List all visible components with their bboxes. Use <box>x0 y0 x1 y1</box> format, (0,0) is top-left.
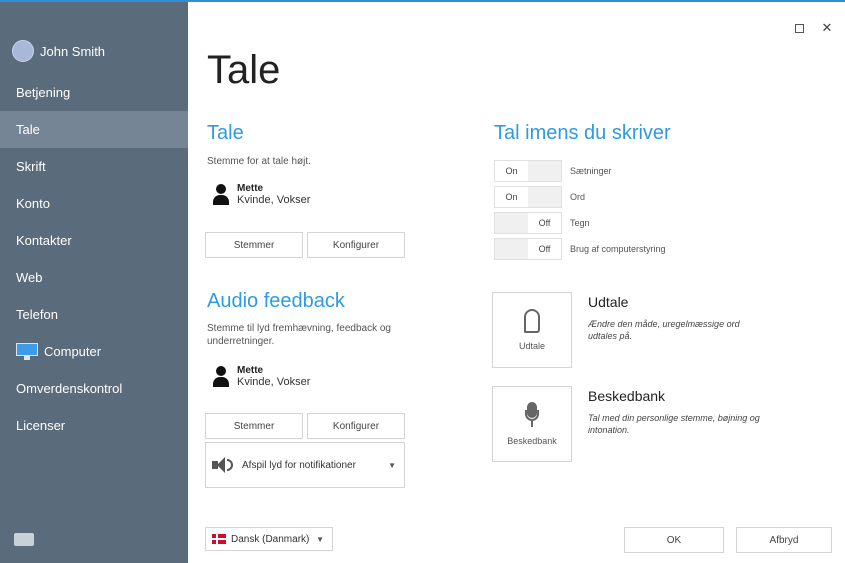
audio-voices-button[interactable]: Stemmer <box>205 413 303 439</box>
user-profile[interactable]: John Smith <box>12 38 105 64</box>
tegn-toggle[interactable]: Off <box>494 212 562 234</box>
microphone-icon <box>525 402 539 428</box>
sidebar-item-label: Computer <box>44 344 102 359</box>
avatar <box>12 40 34 62</box>
toggle-label: Brug af computerstyring <box>570 244 666 254</box>
toggle-row-ord: On Ord <box>494 186 585 208</box>
sidebar-item-konto[interactable]: Konto <box>0 185 188 222</box>
notification-sound-select[interactable]: Afspil lyd for notifikationer ▼ <box>205 442 405 488</box>
page-title: Tale <box>207 48 281 92</box>
sidebar-item-label: Web <box>16 270 43 285</box>
voice-meta: Kvinde, Vokser <box>237 376 311 388</box>
person-icon <box>213 365 229 388</box>
toggle-knob <box>495 213 528 233</box>
message-bank-title: Beskedbank <box>588 388 666 404</box>
sidebar-item-kontakter[interactable]: Kontakter <box>0 222 188 259</box>
sidebar-item-telefon[interactable]: Telefon <box>0 296 188 333</box>
voice-name: Mette <box>237 183 264 194</box>
toggle-label: Sætninger <box>570 166 612 176</box>
maximize-icon[interactable] <box>791 20 807 36</box>
sidebar-item-skrift[interactable]: Skrift <box>0 148 188 185</box>
ord-toggle[interactable]: On <box>494 186 562 208</box>
sidebar-item-tale[interactable]: Tale <box>0 111 188 148</box>
sidebar-item-label: Skrift <box>16 159 46 174</box>
toggle-label: Ord <box>570 192 586 202</box>
pronunciation-title: Udtale <box>588 294 629 310</box>
danish-flag-icon <box>212 534 226 544</box>
chevron-down-icon: ▼ <box>316 534 324 544</box>
tale-configure-button[interactable]: Konfigurer <box>307 232 405 258</box>
sidebar-item-label: Licenser <box>16 418 66 433</box>
sidebar-item-licenser[interactable]: Licenser <box>0 407 188 444</box>
sidebar: John Smith Betjening Tale Skrift Konto K… <box>0 2 188 563</box>
toggle-state: Off <box>538 218 551 228</box>
toggle-state: On <box>505 192 518 202</box>
toggle-row-computerstyring: Off Brug af computerstyring <box>494 238 666 260</box>
audio-configure-button[interactable]: Konfigurer <box>307 413 405 439</box>
sidebar-item-computer[interactable]: Computer <box>0 333 188 370</box>
ok-button[interactable]: OK <box>624 527 724 553</box>
toggle-knob <box>528 187 561 207</box>
voice-meta: Kvinde, Vokser <box>237 194 311 206</box>
sidebar-item-label: Omverdenskontrol <box>16 381 123 396</box>
audio-feedback-description: Stemme til lyd fremhævning, feedback og … <box>207 323 391 347</box>
sidebar-nav: Betjening Tale Skrift Konto Kontakter We… <box>0 74 188 444</box>
saetninger-toggle[interactable]: On <box>494 160 562 182</box>
toggle-state: Off <box>538 244 551 254</box>
language-select[interactable]: Dansk (Danmark) ▼ <box>205 527 333 551</box>
toggle-knob <box>495 239 528 259</box>
sidebar-item-label: Telefon <box>16 307 58 322</box>
toggle-row-saetninger: On Sætninger <box>494 160 612 182</box>
toggle-state: On <box>505 166 518 176</box>
sidebar-item-label: Betjening <box>16 85 71 100</box>
person-icon <box>213 183 229 206</box>
audio-feedback-voice: Mette Kvinde, Vokser <box>213 365 310 388</box>
sidebar-item-label: Kontakter <box>16 233 72 248</box>
tale-voice: Mette Kvinde, Vokser <box>213 183 310 206</box>
toggle-knob <box>528 161 561 181</box>
toggle-label: Tegn <box>570 218 590 228</box>
computerstyring-toggle[interactable]: Off <box>494 238 562 260</box>
notification-select-label: Afspil lyd for notifikationer <box>242 459 356 471</box>
sidebar-item-label: Tale <box>16 122 40 137</box>
tile-label: Udtale <box>518 341 545 351</box>
message-bank-description: Tal med din personlige stemme, bøjning o… <box>588 413 760 435</box>
toggle-row-tegn: Off Tegn <box>494 212 590 234</box>
sidebar-item-label: Konto <box>16 196 50 211</box>
sidebar-item-web[interactable]: Web <box>0 259 188 296</box>
chevron-down-icon: ▼ <box>388 460 396 470</box>
user-name: John Smith <box>40 43 106 59</box>
voice-name: Mette <box>237 365 264 376</box>
sidebar-item-betjening[interactable]: Betjening <box>0 74 188 111</box>
message-bank-tile[interactable]: Beskedbank <box>492 386 572 462</box>
pronunciation-tile[interactable]: Udtale <box>492 292 572 368</box>
monitor-icon <box>16 343 38 360</box>
audio-feedback-heading: Audio feedback <box>207 290 345 312</box>
speaker-icon <box>212 456 234 474</box>
speak-while-typing-heading: Tal imens du skriver <box>494 122 671 144</box>
tale-heading: Tale <box>207 122 244 144</box>
tale-voices-button[interactable]: Stemmer <box>205 232 303 258</box>
ear-icon <box>524 309 540 333</box>
tile-label: Beskedbank <box>507 436 557 446</box>
keyboard-icon[interactable] <box>14 533 34 546</box>
language-label: Dansk (Danmark) <box>231 533 310 545</box>
close-icon[interactable]: ✕ <box>819 20 835 36</box>
sidebar-item-omverdenskontrol[interactable]: Omverdenskontrol <box>0 370 188 407</box>
pronunciation-description: Ændre den måde, uregelmæssige ord udtale… <box>588 319 740 341</box>
tale-description: Stemme for at tale højt. <box>207 156 311 167</box>
cancel-button[interactable]: Afbryd <box>736 527 832 553</box>
